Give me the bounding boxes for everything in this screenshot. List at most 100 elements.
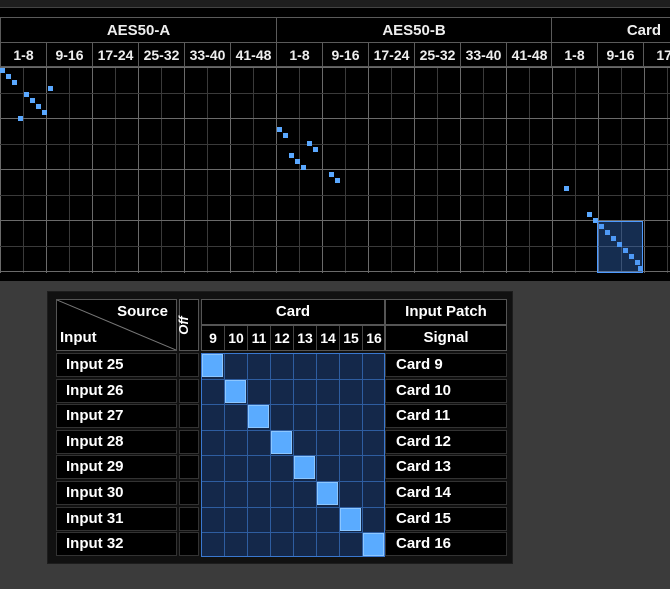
sub-header-aes50-b-41-48[interactable]: 41-48 [506,42,552,67]
patch-dot[interactable] [564,186,569,191]
grid-line-v [276,67,277,273]
grid-line-v [644,67,645,273]
selected-region[interactable] [597,221,643,273]
patch-cell-active[interactable] [363,533,384,557]
patch-dot[interactable] [48,86,53,91]
patch-dot[interactable] [277,127,282,132]
patch-cell-active[interactable] [225,379,246,403]
patch-dot[interactable] [30,98,35,103]
row-input-label: Input 26 [56,378,177,403]
off-cell[interactable] [179,404,199,429]
sub-header-aes50-a-41-48[interactable]: 41-48 [230,42,276,67]
grid-line-v [414,67,415,273]
off-cell[interactable] [179,506,199,531]
grid-line-v [575,67,576,273]
patch-dot[interactable] [313,147,318,152]
row-input-label: Input 32 [56,532,177,557]
grid-line-v [23,67,24,273]
matrix-grid-line [316,354,317,556]
patch-dot[interactable] [295,159,300,164]
patch-dot[interactable] [335,178,340,183]
row-signal-label: Card 10 [385,378,507,403]
grid-line-v [184,67,185,273]
patch-cell-active[interactable] [340,507,361,531]
sub-header-aes50-a-1-8[interactable]: 1-8 [0,42,46,67]
patch-dot[interactable] [301,165,306,170]
sub-header-aes50-b-9-16[interactable]: 9-16 [322,42,368,67]
patch-dot[interactable] [307,141,312,146]
patch-dot[interactable] [24,92,29,97]
patch-dot[interactable] [0,68,5,73]
sub-header-aes50-a-33-40[interactable]: 33-40 [184,42,230,67]
patch-overview[interactable]: AES50-A AES50-B Card 1-8 9-16 17-24 25-32 33… [0,0,670,281]
grid-line-v [115,67,116,273]
grid-line-h [0,271,670,272]
grid-line-v [667,67,668,273]
row-signal-label: Card 15 [385,506,507,531]
row-signal-label: Card 11 [385,404,507,429]
sub-header-aes50-a-25-32[interactable]: 25-32 [138,42,184,67]
patch-dot[interactable] [289,153,294,158]
row-signal-label: Card 13 [385,455,507,480]
grid-line-v [368,67,369,273]
grid-line-h [0,118,670,119]
input-patch-header: Input Patch [385,299,507,325]
off-column-header[interactable]: Off [176,299,199,351]
grid-line-h [0,246,670,247]
grid-line-v [345,67,346,273]
sub-header-card-17-[interactable]: 17- [643,42,670,67]
row-input-label: Input 28 [56,429,177,454]
card-group-header: Card [201,299,385,325]
grid-line-v [207,67,208,273]
row-input-label: Input 25 [56,353,177,377]
source-label: Source [117,303,168,320]
grid-line-v [253,67,254,273]
patch-dot[interactable] [587,212,592,217]
row-signal-label: Card 9 [385,353,507,377]
grid-line-v [391,67,392,273]
sub-header-aes50-b-1-8[interactable]: 1-8 [276,42,322,67]
patch-dot[interactable] [329,172,334,177]
patch-cell-active[interactable] [202,354,223,377]
off-cell[interactable] [179,455,199,480]
patch-dot[interactable] [12,80,17,85]
off-cell[interactable] [179,429,199,454]
sub-header-aes50-b-25-32[interactable]: 25-32 [414,42,460,67]
grid-line-v [437,67,438,273]
patch-matrix[interactable] [201,353,385,557]
row-input-label: Input 30 [56,481,177,505]
matrix-grid-line [362,354,363,556]
patch-dot[interactable] [283,133,288,138]
matrix-grid-line [270,354,271,556]
sub-header-card-1-8[interactable]: 1-8 [551,42,597,67]
row-signal-label: Card 14 [385,481,507,505]
grid-line-v [92,67,93,273]
group-header-card: Card [551,17,670,42]
patch-dot[interactable] [18,116,23,121]
input-label: Input [60,329,97,346]
sub-header-aes50-b-17-24[interactable]: 17-24 [368,42,414,67]
patch-cell-active[interactable] [271,430,292,454]
off-cell[interactable] [179,481,199,505]
group-header-aes50-b: AES50-B [276,17,551,42]
grid-line-h [0,144,670,145]
off-cell[interactable] [179,532,199,557]
off-cell[interactable] [179,353,199,377]
patch-dot[interactable] [42,110,47,115]
sub-header-aes50-a-17-24[interactable]: 17-24 [92,42,138,67]
sub-header-aes50-b-33-40[interactable]: 33-40 [460,42,506,67]
column-header-card-9: 9 [201,326,224,350]
column-header-card-15: 15 [339,326,362,350]
patch-dot[interactable] [6,74,11,79]
sub-header-card-9-16[interactable]: 9-16 [597,42,643,67]
off-cell[interactable] [179,378,199,403]
grid-line-v [322,67,323,273]
row-input-label: Input 29 [56,455,177,480]
sub-header-aes50-a-9-16[interactable]: 9-16 [46,42,92,67]
grid-line-v [161,67,162,273]
patch-cell-active[interactable] [248,405,269,429]
patch-dot[interactable] [36,104,41,109]
row-input-label: Input 27 [56,404,177,429]
patch-cell-active[interactable] [294,456,315,480]
patch-cell-active[interactable] [317,482,338,505]
